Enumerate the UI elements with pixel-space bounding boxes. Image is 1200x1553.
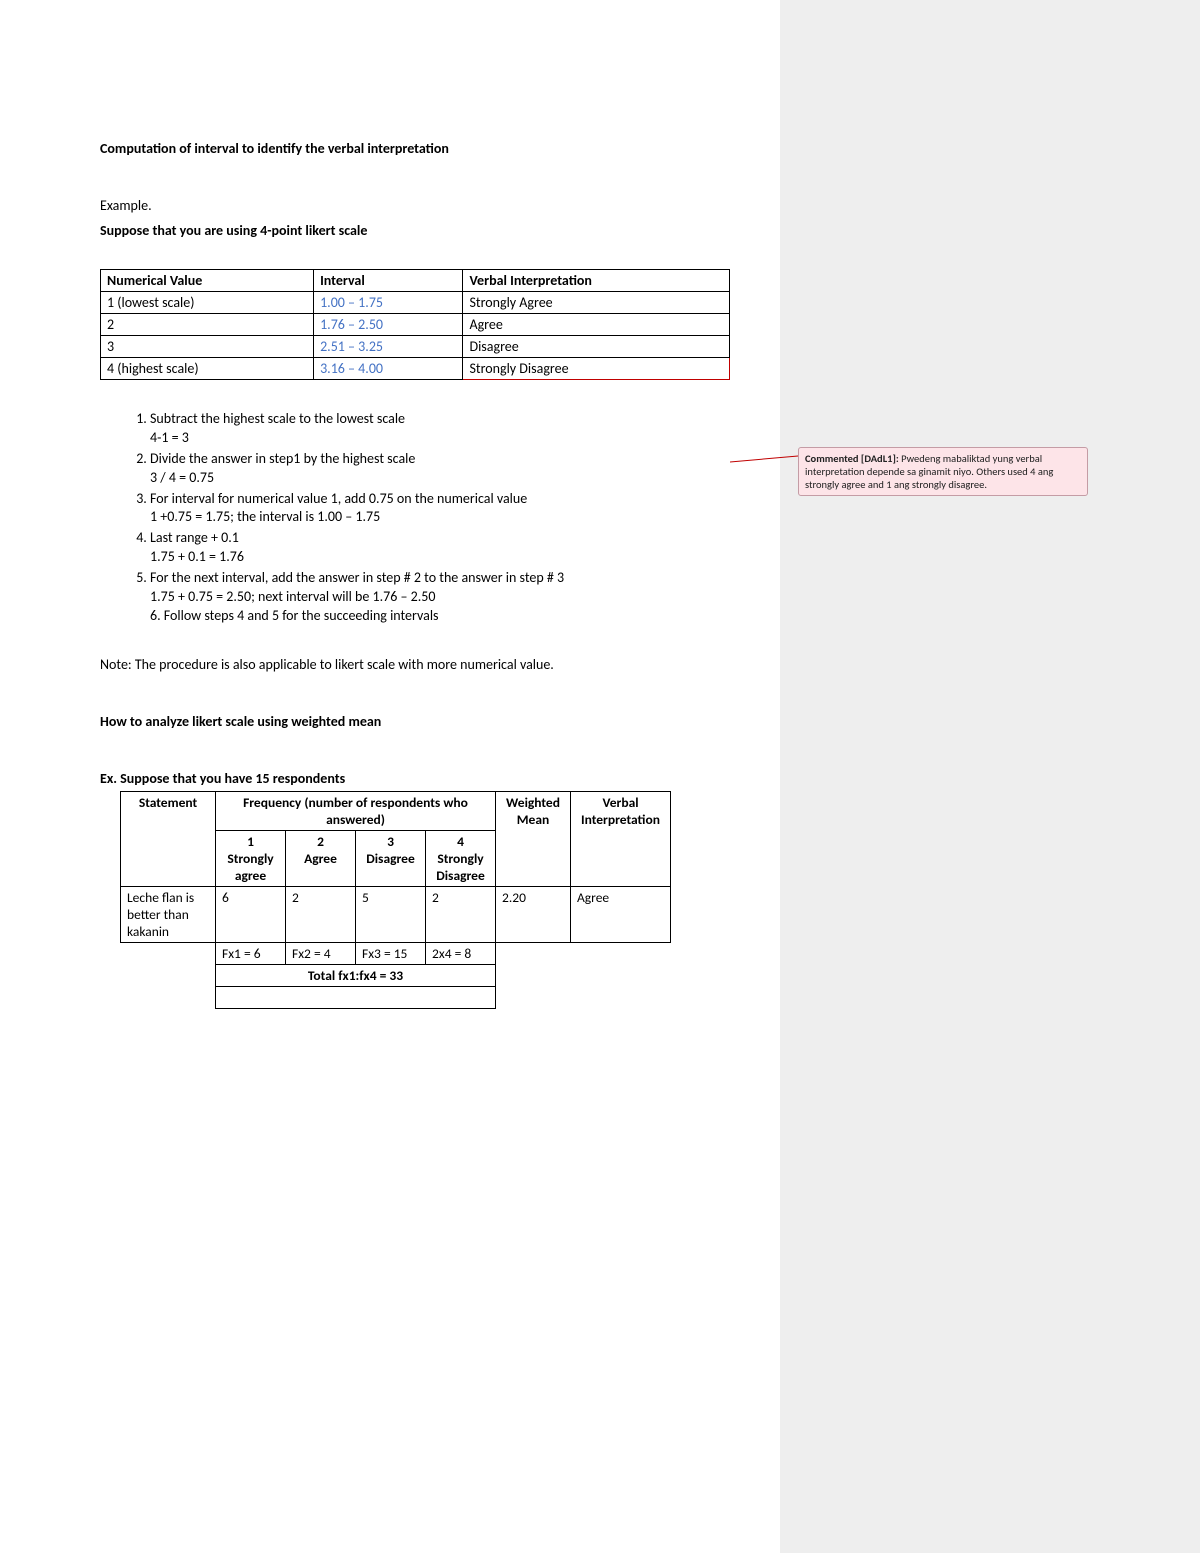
table-row: 4 (highest scale) 3.16 – 4.00 Strongly D… — [101, 358, 730, 380]
t2-v1: 6 — [216, 886, 286, 942]
t1-int: 3.16 – 4.00 — [314, 358, 463, 380]
t1-h-nv: Numerical Value — [101, 270, 314, 292]
step-sub: 1.75 + 0.75 = 2.50; next interval will b… — [150, 588, 435, 605]
t2-col4: 4Strongly Disagree — [426, 830, 496, 886]
interval-table: Numerical Value Interval Verbal Interpre… — [100, 269, 730, 380]
t1-h-vi: Verbal Interpretation — [463, 270, 730, 292]
t2-fx4: 2x4 = 8 — [426, 942, 496, 964]
list-item: Divide the answer in step1 by the highes… — [150, 450, 730, 488]
t2-col1: 1Strongly agree — [216, 830, 286, 886]
example-label: Example. — [100, 197, 730, 214]
table-row: Total fx1:fx4 = 33 — [121, 964, 671, 986]
t1-h-int: Interval — [314, 270, 463, 292]
comment-balloon[interactable]: Commented [DAdL1]: Pwedeng mabaliktad yu… — [798, 447, 1088, 496]
list-item: Subtract the highest scale to the lowest… — [150, 410, 730, 448]
t2-empty — [216, 986, 496, 1008]
document-body: Computation of interval to identify the … — [0, 0, 780, 1553]
list-item: Last range + 0.1 1.75 + 0.1 = 1.76 — [150, 529, 730, 567]
doc-title: Computation of interval to identify the … — [100, 140, 730, 157]
note-line: Note: The procedure is also applicable t… — [100, 656, 730, 673]
step-sub: 3 / 4 = 0.75 — [150, 469, 214, 486]
step-text: Last range + 0.1 — [150, 529, 239, 546]
t2-v2: 2 — [286, 886, 356, 942]
t1-int: 1.00 – 1.75 — [314, 292, 463, 314]
example2-line: Ex. Suppose that you have 15 respondents — [100, 770, 730, 787]
t2-fx2: Fx2 = 4 — [286, 942, 356, 964]
table-row: Leche flan is better than kakanin 6 2 5 … — [121, 886, 671, 942]
t1-vi: Agree — [463, 314, 730, 336]
t1-nv: 2 — [101, 314, 314, 336]
t2-vi: Agree — [571, 886, 671, 942]
t2-stmt: Leche flan is better than kakanin — [121, 886, 216, 942]
step-sub: 6. Follow steps 4 and 5 for the succeedi… — [150, 607, 439, 624]
table-row: 3 2.51 – 3.25 Disagree — [101, 336, 730, 358]
t1-nv: 1 (lowest scale) — [101, 292, 314, 314]
t1-nv: 3 — [101, 336, 314, 358]
t1-vi: Strongly Agree — [463, 292, 730, 314]
t1-vi-highlighted: Strongly Disagree — [463, 358, 730, 380]
list-item: For interval for numerical value 1, add … — [150, 490, 730, 528]
table-row — [121, 986, 671, 1008]
step-sub: 1 +0.75 = 1.75; the interval is 1.00 – 1… — [150, 508, 380, 525]
step-sub: 1.75 + 0.1 = 1.76 — [150, 548, 244, 565]
comment-author: Commented [DAdL1]: — [805, 452, 901, 465]
t2-fx3: Fx3 = 15 — [356, 942, 426, 964]
t2-fx1: Fx1 = 6 — [216, 942, 286, 964]
table-row: 2 1.76 – 2.50 Agree — [101, 314, 730, 336]
t2-total: Total fx1:fx4 = 33 — [216, 964, 496, 986]
t2-wm: 2.20 — [496, 886, 571, 942]
t2-h-wm: Weighted Mean — [496, 791, 571, 886]
t2-v4: 2 — [426, 886, 496, 942]
steps-list: Subtract the highest scale to the lowest… — [100, 410, 730, 626]
comment-connector — [730, 460, 798, 470]
step-text: For interval for numerical value 1, add … — [150, 490, 527, 507]
step-text: For the next interval, add the answer in… — [150, 569, 564, 586]
comment-panel: Commented [DAdL1]: Pwedeng mabaliktad yu… — [780, 0, 1200, 1553]
t2-h-freq: Frequency (number of respondents who ans… — [216, 791, 496, 830]
t2-h-vi: Verbal Interpretation — [571, 791, 671, 886]
t1-int: 1.76 – 2.50 — [314, 314, 463, 336]
t2-col3: 3Disagree — [356, 830, 426, 886]
t2-v3: 5 — [356, 886, 426, 942]
step-sub: 4-1 = 3 — [150, 429, 189, 446]
table-row: Fx1 = 6 Fx2 = 4 Fx3 = 15 2x4 = 8 — [121, 942, 671, 964]
step-text: Subtract the highest scale to the lowest… — [150, 410, 405, 427]
t1-vi: Disagree — [463, 336, 730, 358]
t2-h-stmt: Statement — [121, 791, 216, 886]
suppose-line: Suppose that you are using 4-point liker… — [100, 222, 730, 239]
table-row: 1 (lowest scale) 1.00 – 1.75 Strongly Ag… — [101, 292, 730, 314]
list-item: For the next interval, add the answer in… — [150, 569, 730, 626]
t1-int: 2.51 – 3.25 — [314, 336, 463, 358]
t1-nv: 4 (highest scale) — [101, 358, 314, 380]
how-title: How to analyze likert scale using weight… — [100, 713, 730, 730]
t2-col2: 2Agree — [286, 830, 356, 886]
step-text: Divide the answer in step1 by the highes… — [150, 450, 415, 467]
weighted-mean-table: Statement Frequency (number of responden… — [120, 791, 671, 1009]
